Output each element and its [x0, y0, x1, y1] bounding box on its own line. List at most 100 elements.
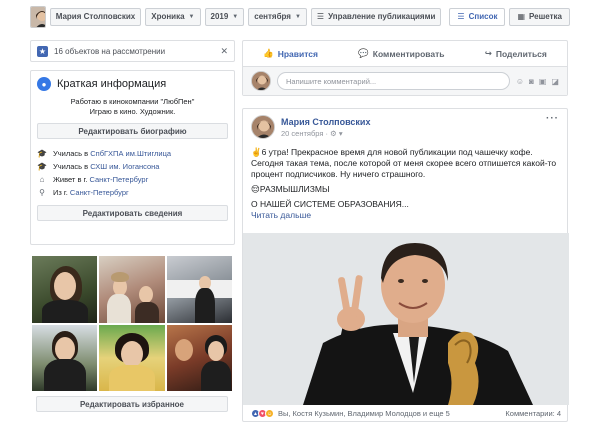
grid-view-label: Решетка [529, 12, 562, 21]
profile-name: Мария Столповских [55, 12, 136, 21]
reactions-bar: ▲ ♥ ☺ Вы, Костя Кузьмин, Владимир Молодц… [251, 409, 561, 418]
post-text: ✌️6 утра! Прекрасное время для новой пуб… [251, 147, 563, 221]
comment-input[interactable]: Напишите комментарий... [277, 72, 510, 90]
share-label: Поделиться [495, 48, 547, 59]
post-paragraph: О НАШЕЙ СИСТЕМЕ ОБРАЗОВАНИЯ... [251, 199, 409, 209]
left-column: ★ 16 объектов на рассмотрении ✕ ● Кратка… [30, 40, 235, 245]
city-link[interactable]: Санкт-Петербург [70, 188, 129, 197]
edit-info-button[interactable]: Редактировать сведения [37, 205, 228, 221]
sticker-icon[interactable]: ◪ [551, 77, 559, 86]
comment-composer: Напишите комментарий... ☺ ◙ ▣ ◪ [243, 67, 567, 95]
chronicle-dropdown[interactable]: Хроника ▼ [145, 7, 201, 26]
post-card: Мария Столповских 20 сентября · ⚙ ▾ ··· … [242, 108, 569, 422]
featured-photo[interactable] [32, 324, 98, 391]
intro-card: ● Краткая информация Работаю в кинокомпа… [30, 70, 235, 245]
graduation-cap-icon: 🎓 [37, 149, 47, 158]
chevron-down-icon: ▼ [294, 13, 301, 20]
list-icon: ☰ [457, 12, 465, 21]
post-header: Мария Столповских 20 сентября · ⚙ ▾ [251, 115, 370, 139]
school-link[interactable]: СХШ им. Иогансона [90, 162, 159, 171]
post-image[interactable] [243, 233, 569, 405]
timeline-topbar: Мария Столповских Хроника ▼ 2019 ▼ сентябр… [30, 4, 570, 29]
location-pin-icon: ⚲ [39, 188, 45, 197]
city-link[interactable]: Санкт-Петербург [90, 175, 149, 184]
edit-featured-wrapper: Редактировать избранное [36, 396, 228, 412]
thumbs-up-icon: 👍 [263, 48, 274, 58]
comment-icon: 💬 [358, 48, 369, 58]
like-label: Нравится [277, 48, 318, 59]
info-list: 🎓 Училась в СпбГХПА им.Штиглица 🎓 Училас… [37, 147, 228, 199]
intro-title: Краткая информация [57, 78, 167, 90]
list-view-label: Список [468, 12, 498, 21]
close-icon[interactable]: ✕ [220, 46, 228, 57]
chronicle-label: Хроника [151, 12, 185, 21]
post-paragraph: 😌РАЗМЫШЛИЗМЫ [251, 184, 330, 194]
year-label: 2019 [210, 12, 229, 21]
bio-line: Играю в кино. Художник. [89, 107, 176, 116]
grid-view-button[interactable]: ▦ Решетка [509, 7, 570, 26]
manage-posts-label: Управление публикациями [328, 12, 436, 21]
featured-photo[interactable] [32, 256, 98, 323]
profile-avatar[interactable] [30, 5, 46, 28]
like-button[interactable]: 👍 Нравится [263, 48, 318, 59]
chevron-down-icon: ▼ [188, 13, 195, 20]
comment-label: Комментировать [372, 48, 445, 59]
info-prefix: Живет в г. [53, 175, 90, 184]
more-options-icon[interactable]: ··· [546, 113, 559, 124]
comment-tools: ☺ ◙ ▣ ◪ [516, 77, 559, 86]
bio-line: Работаю в кинокомпании "ЛюбПен" [70, 97, 195, 106]
month-dropdown[interactable]: сентября ▼ [248, 7, 307, 26]
featured-photo[interactable] [99, 256, 165, 323]
privacy-icon[interactable]: ⚙ ▾ [330, 129, 343, 138]
comment-button[interactable]: 💬 Комментировать [358, 48, 444, 59]
info-item-hometown: ⚲ Из г. Санкт-Петербург [37, 186, 228, 199]
comment-placeholder: Напишите комментарий... [286, 76, 377, 86]
review-text: 16 объектов на рассмотрении [54, 46, 166, 56]
info-prefix: Из г. [53, 188, 70, 197]
info-prefix: Училась в [53, 162, 91, 171]
intro-header: ● Краткая информация [37, 77, 228, 91]
school-link[interactable]: СпбГХПА им.Штиглица [90, 149, 171, 158]
grid-icon: ▦ [517, 12, 526, 21]
post-meta: 20 сентября · ⚙ ▾ [281, 129, 370, 138]
emoji-icon[interactable]: ☺ [516, 77, 524, 86]
post-actions: 👍 Нравится 💬 Комментировать ↪ Поделиться [243, 41, 567, 67]
chevron-down-icon: ▼ [232, 13, 239, 20]
sliders-icon: ☰ [316, 12, 325, 21]
featured-photo[interactable] [99, 324, 165, 391]
graduation-cap-icon: 🎓 [37, 162, 47, 171]
info-item-education: 🎓 Училась в СпбГХПА им.Штиглица [37, 147, 228, 160]
manage-posts-button[interactable]: ☰ Управление публикациями [310, 7, 442, 26]
read-more-link[interactable]: Читать дальше [251, 210, 563, 221]
featured-photo[interactable] [166, 256, 232, 323]
post-date[interactable]: 20 сентября [281, 129, 323, 138]
info-item-residence: ⌂ Живет в г. Санкт-Петербург [37, 173, 228, 186]
month-label: сентября [254, 12, 291, 21]
year-dropdown[interactable]: 2019 ▼ [204, 7, 245, 26]
list-view-button[interactable]: ☰ Список [449, 7, 506, 26]
info-prefix: Училась в [53, 149, 91, 158]
camera-icon[interactable]: ◙ [529, 77, 534, 86]
post-paragraph: ✌️6 утра! Прекрасное время для новой пуб… [251, 147, 557, 179]
profile-name-button[interactable]: Мария Столповских [49, 7, 142, 26]
haha-reaction-icon: ☺ [265, 409, 274, 418]
info-item-education: 🎓 Училась в СХШ им. Иогансона [37, 160, 228, 173]
edit-featured-button[interactable]: Редактировать избранное [36, 396, 228, 412]
share-icon: ↪ [484, 48, 492, 58]
globe-icon: ● [37, 77, 51, 91]
post-author[interactable]: Мария Столповских [281, 117, 370, 127]
comments-count[interactable]: Комментарии: 4 [505, 409, 561, 418]
reactions-summary[interactable]: Вы, Костя Кузьмин, Владимир Молодцов и е… [278, 409, 450, 418]
featured-photo[interactable] [166, 324, 232, 391]
bio-text: Работаю в кинокомпании "ЛюбПен" Играю в … [37, 97, 228, 117]
featured-photos [32, 256, 232, 391]
gif-icon[interactable]: ▣ [539, 77, 547, 86]
author-avatar[interactable] [251, 115, 275, 139]
avatar[interactable] [251, 71, 271, 91]
home-icon: ⌂ [39, 175, 45, 184]
review-banner[interactable]: ★ 16 объектов на рассмотрении ✕ [30, 40, 235, 62]
edit-bio-button[interactable]: Редактировать биографию [37, 123, 228, 139]
previous-post-footer: 👍 Нравится 💬 Комментировать ↪ Поделиться На… [242, 40, 568, 96]
view-toggle: ☰ Список ▦ Решетка [449, 7, 570, 26]
share-button[interactable]: ↪ Поделиться [485, 48, 547, 59]
